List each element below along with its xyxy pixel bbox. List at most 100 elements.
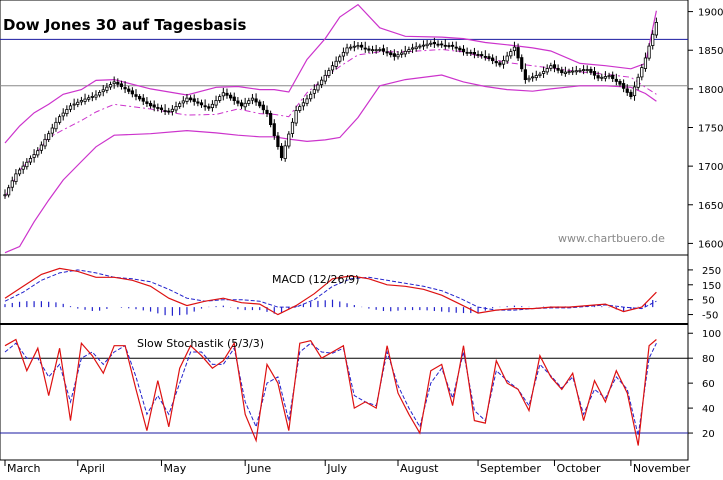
candle-body (367, 48, 371, 51)
candle-body (465, 51, 469, 54)
candle-body (625, 88, 629, 93)
candle-body (622, 83, 626, 89)
chart-title: Dow Jones 30 auf Tagesbasis (3, 16, 247, 34)
price-y-tick-label: 16000 (698, 239, 723, 250)
candle-body (476, 54, 480, 56)
candle-body (152, 104, 156, 108)
candle-body (520, 57, 524, 70)
candle-body (596, 75, 600, 79)
price-panel-frame (0, 0, 689, 256)
candle-body (516, 47, 520, 59)
candle-body (410, 47, 415, 50)
x-month-label: October (556, 462, 600, 475)
x-month-label: August (400, 462, 439, 475)
candle-body (196, 101, 200, 104)
stoch-panel-frame (0, 323, 689, 461)
macd-panel-frame (0, 254, 689, 325)
candle-body (214, 100, 218, 106)
candle-body (250, 97, 255, 101)
candle-body (607, 75, 611, 78)
candle-body (491, 57, 495, 62)
price-y-tick-label: 16500 (698, 201, 723, 212)
candle-body (279, 145, 284, 159)
candle-body (298, 106, 302, 111)
candle-body (381, 48, 386, 52)
candle-body (425, 43, 429, 47)
candle-body (229, 94, 233, 99)
candle-body (407, 49, 411, 52)
candle-body (167, 110, 171, 113)
candle-body (647, 45, 651, 59)
candle-body (443, 44, 447, 47)
macd-y-tick-label: -50 (702, 311, 718, 322)
candle-body (571, 70, 575, 73)
candle-body (123, 87, 127, 90)
candle-body (440, 43, 444, 46)
candle-body (538, 73, 542, 76)
candle-body (148, 102, 153, 107)
x-month-label: September (480, 462, 541, 475)
candle-body (225, 92, 229, 96)
candle-body (360, 44, 364, 48)
candle-body (218, 96, 222, 101)
candle-body (101, 89, 105, 93)
candle-body (261, 104, 265, 111)
candle-body (534, 75, 538, 79)
candle-body (10, 180, 14, 188)
candle-body (385, 51, 389, 54)
stoch-title: Slow Stochastik (5/3/3) (137, 337, 264, 350)
candle-body (138, 95, 142, 100)
x-month-label: July (326, 462, 347, 475)
candle-body (403, 50, 407, 55)
candle-body (94, 94, 98, 98)
candle-body (269, 113, 273, 126)
candle-body (83, 98, 87, 102)
candle-body (592, 71, 597, 76)
candle-body (421, 44, 426, 47)
stoch-y-tick-label: 40 (702, 404, 715, 415)
candle-body (243, 102, 247, 108)
candle-body (221, 92, 225, 97)
x-month-label: May (163, 462, 186, 475)
candle-body (72, 103, 76, 106)
candle-body (400, 52, 404, 55)
candle-body (127, 88, 131, 92)
candle-body (258, 101, 262, 107)
candle-body (480, 54, 484, 57)
candle-body (512, 46, 517, 52)
candle-body (7, 187, 11, 196)
candle-body (32, 154, 36, 158)
candle-body (287, 133, 291, 147)
candle-body (330, 65, 335, 71)
candle-body (563, 71, 567, 74)
candle-body (247, 100, 251, 104)
candle-body (54, 121, 58, 130)
candle-body (509, 51, 513, 57)
stoch-y-tick-label: 80 (702, 354, 715, 365)
candle-body (461, 48, 466, 53)
candle-body (254, 98, 258, 103)
candle-body (98, 92, 102, 96)
macd-y-tick-label: 50 (702, 296, 715, 307)
candle-body (549, 65, 553, 69)
stoch-y-tick-label: 60 (702, 379, 715, 390)
candle-body (68, 105, 73, 110)
candle-body (178, 103, 182, 107)
candle-body (305, 98, 309, 104)
x-month-label: April (80, 462, 105, 475)
macd-y-tick-label: 250 (702, 266, 721, 277)
candle-body (65, 109, 69, 115)
candle-body (429, 42, 433, 45)
candle-body (505, 55, 509, 62)
candle-body (25, 161, 29, 168)
candle-body (636, 76, 640, 88)
candle-body (378, 49, 382, 51)
candle-body (581, 69, 586, 71)
candle-body (494, 61, 498, 64)
candle-body (36, 150, 40, 156)
candle-body (436, 43, 440, 46)
candle-body (352, 45, 356, 48)
candle-body (3, 194, 7, 197)
candle-body (396, 54, 400, 58)
candle-body (392, 53, 396, 57)
